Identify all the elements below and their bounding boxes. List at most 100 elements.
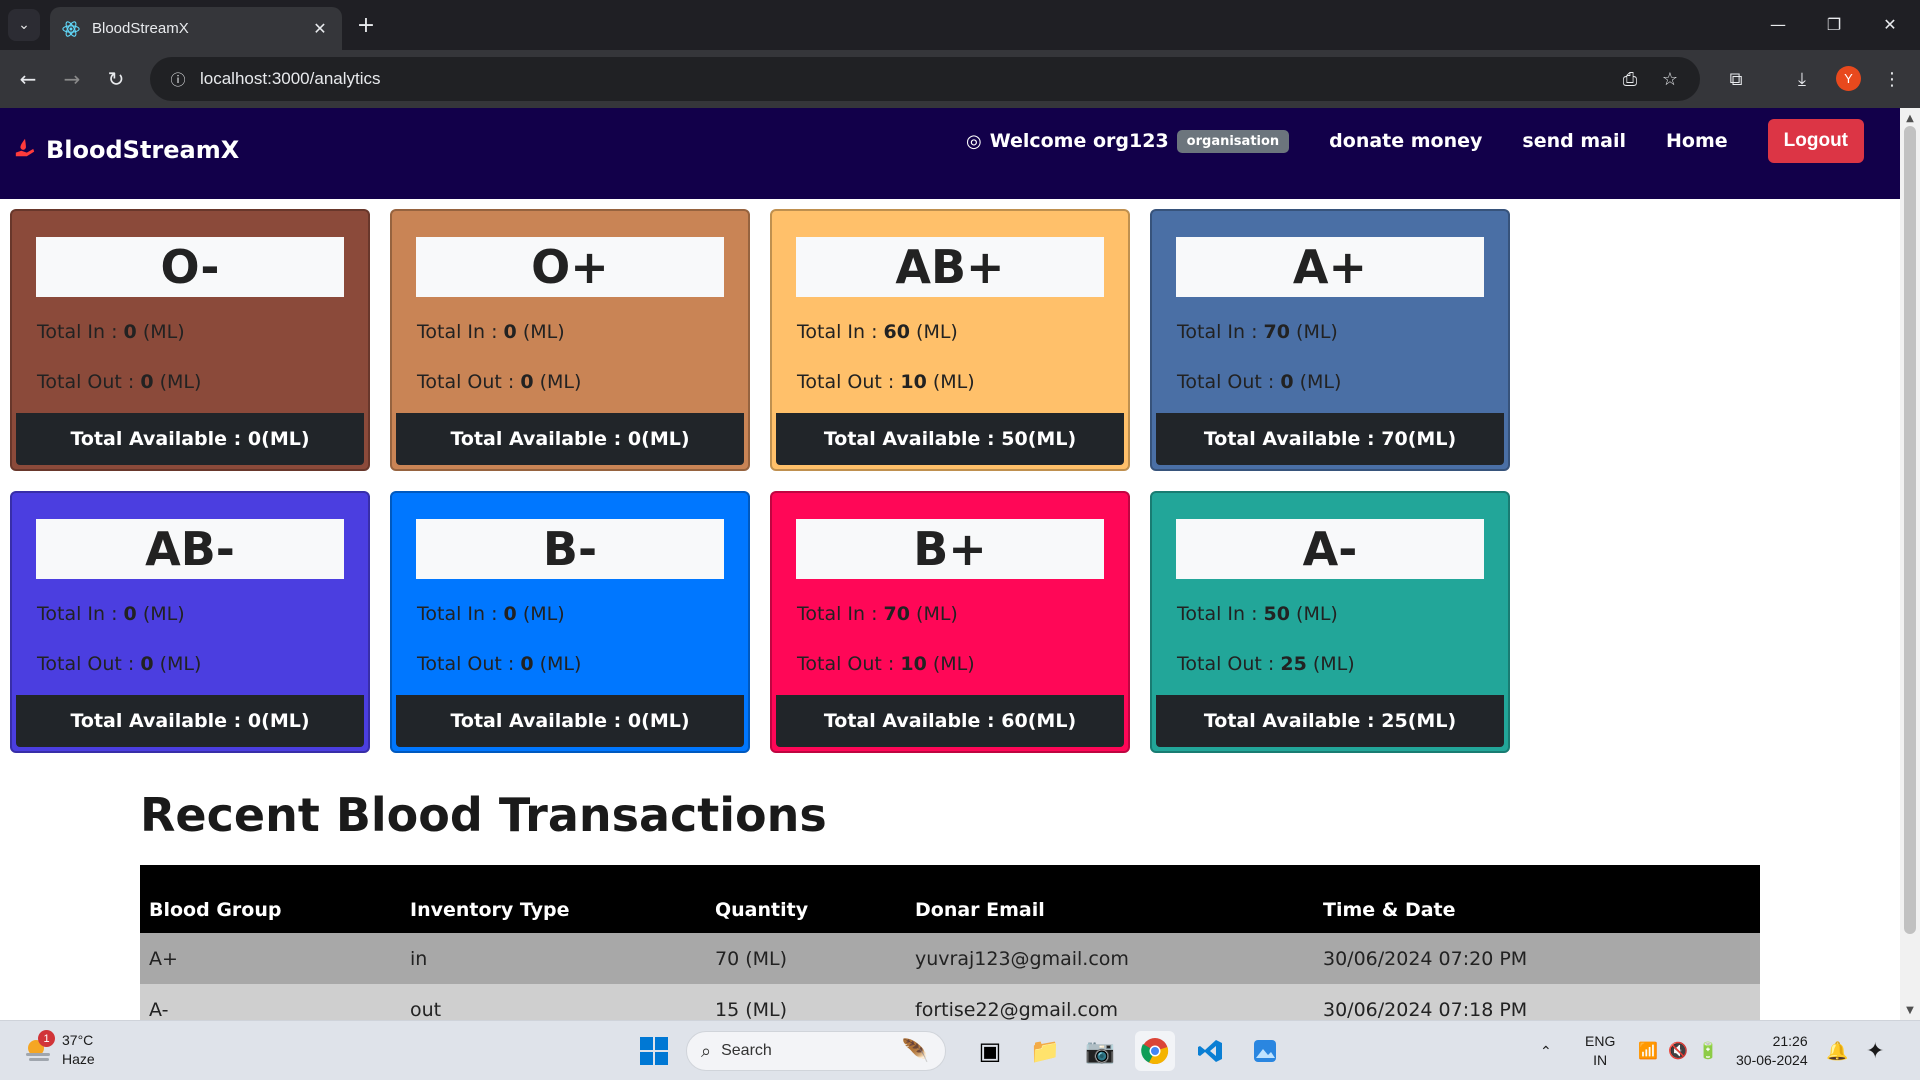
- blood-group-card: B+ Total In : 70 (ML) Total Out : 10 (ML) T…: [770, 491, 1130, 753]
- search-highlight-icon: 🪶: [901, 1038, 929, 1063]
- start-button[interactable]: [634, 1031, 674, 1071]
- back-button[interactable]: ←: [12, 63, 44, 95]
- reload-button[interactable]: ↻: [100, 63, 132, 95]
- nav-links: ◎ Welcome org123 organisation donate mon…: [966, 118, 1864, 164]
- close-tab-icon[interactable]: ✕: [310, 19, 330, 38]
- taskbar-search[interactable]: ⌕ Search 🪶: [686, 1031, 946, 1071]
- total-available: Total Available : 25 (ML): [1156, 695, 1504, 747]
- blood-donation-icon: [14, 137, 36, 164]
- nav-link-home[interactable]: Home: [1666, 130, 1728, 152]
- logout-button[interactable]: Logout: [1767, 119, 1864, 163]
- clock-time: 21:26: [1772, 1033, 1808, 1049]
- column-header: Inventory Type: [401, 865, 706, 933]
- scroll-down-icon[interactable]: ▼: [1900, 1002, 1920, 1018]
- total-in: Total In : 60 (ML): [797, 321, 958, 343]
- weather-notification-badge: 1: [38, 1030, 55, 1047]
- total-available: Total Available : 0 (ML): [16, 695, 364, 747]
- table-cell: A+: [140, 933, 401, 984]
- bookmark-star-icon[interactable]: ☆: [1652, 57, 1688, 101]
- total-in: Total In : 50 (ML): [1177, 603, 1338, 625]
- table-cell: in: [401, 933, 706, 984]
- volume-muted-icon[interactable]: 🔇: [1668, 1021, 1688, 1080]
- language-indicator[interactable]: ENG IN: [1585, 1021, 1615, 1080]
- battery-icon[interactable]: 🔋: [1698, 1021, 1718, 1080]
- camera-app-icon[interactable]: 📷: [1080, 1031, 1120, 1071]
- blood-group-card: B- Total In : 0 (ML) Total Out : 0 (ML) Tot…: [390, 491, 750, 753]
- minimize-icon: —: [1770, 14, 1786, 34]
- blood-group-title: A-: [1176, 519, 1484, 579]
- total-available: Total Available : 70 (ML): [1156, 413, 1504, 465]
- browser-toolbar: ← → ↻ ⓘ localhost:3000/analytics ⎙ ☆ ⧉ ⤓…: [0, 50, 1920, 108]
- blood-group-card: O+ Total In : 0 (ML) Total Out : 0 (ML) Tot…: [390, 209, 750, 471]
- tab-search-button[interactable]: ⌄: [8, 9, 40, 41]
- address-bar[interactable]: ⓘ localhost:3000/analytics ⎙ ☆: [150, 57, 1700, 101]
- chrome-taskbar-icon[interactable]: [1135, 1031, 1175, 1071]
- welcome-user: ◎ Welcome org123 organisation: [965, 129, 1290, 153]
- weather-text: 37°C Haze: [62, 1031, 95, 1069]
- blood-group-title: B+: [796, 519, 1104, 579]
- copilot-icon[interactable]: ✦: [1866, 1021, 1884, 1080]
- minimize-button[interactable]: —: [1758, 8, 1798, 40]
- forward-button[interactable]: →: [56, 63, 88, 95]
- scroll-thumb[interactable]: [1904, 126, 1916, 934]
- react-favicon-icon: [62, 20, 80, 38]
- nav-link-send-mail[interactable]: send mail: [1522, 130, 1626, 152]
- table-cell: 30/06/2024 07:20 PM: [1314, 933, 1760, 984]
- chevron-down-icon: ⌄: [18, 17, 30, 33]
- file-explorer-icon[interactable]: 📁: [1025, 1031, 1065, 1071]
- extensions-icon[interactable]: ⧉: [1720, 63, 1752, 95]
- region-code: IN: [1593, 1052, 1608, 1068]
- blood-group-card: A+ Total In : 70 (ML) Total Out : 0 (ML) To…: [1150, 209, 1510, 471]
- total-available: Total Available : 0 (ML): [16, 413, 364, 465]
- weather-desc: Haze: [62, 1051, 95, 1067]
- total-in: Total In : 0 (ML): [417, 603, 565, 625]
- total-out: Total Out : 0 (ML): [1177, 371, 1342, 393]
- column-header: Quantity: [706, 865, 906, 933]
- total-out: Total Out : 0 (ML): [37, 371, 202, 393]
- restore-button[interactable]: ❐: [1814, 8, 1854, 40]
- new-tab-button[interactable]: +: [352, 11, 380, 39]
- blood-group-title: B-: [416, 519, 724, 579]
- weather-widget[interactable]: 1 37°C Haze: [22, 1030, 95, 1069]
- profile-avatar[interactable]: Y: [1836, 66, 1861, 91]
- more-menu-icon[interactable]: ⋮: [1876, 63, 1908, 95]
- blood-group-title: A+: [1176, 237, 1484, 297]
- blood-group-card: A- Total In : 50 (ML) Total Out : 25 (ML) T…: [1150, 491, 1510, 753]
- table-cell: yuvraj123@gmail.com: [906, 933, 1314, 984]
- total-in: Total In : 70 (ML): [1177, 321, 1338, 343]
- photos-app-icon[interactable]: [1245, 1031, 1285, 1071]
- clock[interactable]: 21:26 30-06-2024: [1736, 1021, 1808, 1080]
- blood-group-card: O- Total In : 0 (ML) Total Out : 0 (ML) Tot…: [10, 209, 370, 471]
- app-navbar: BloodStreamX ◎ Welcome org123 organisati…: [0, 108, 1900, 199]
- user-circle-icon: ◎: [965, 130, 982, 152]
- blood-group-card: AB+ Total In : 60 (ML) Total Out : 10 (ML)…: [770, 209, 1130, 471]
- close-icon: ✕: [1883, 14, 1897, 34]
- total-available: Total Available : 50 (ML): [776, 413, 1124, 465]
- total-out: Total Out : 0 (ML): [417, 653, 582, 675]
- section-title: Recent Blood Transactions: [140, 788, 827, 842]
- scroll-up-icon[interactable]: ▲: [1900, 110, 1920, 126]
- task-view-icon[interactable]: ▣: [970, 1031, 1010, 1071]
- brand-name: BloodStreamX: [46, 136, 240, 164]
- notification-bell-icon[interactable]: 🔔: [1826, 1021, 1848, 1080]
- total-available: Total Available : 0 (ML): [396, 413, 744, 465]
- show-hidden-icons[interactable]: ⌃: [1540, 1021, 1552, 1080]
- url-text[interactable]: localhost:3000/analytics: [200, 69, 381, 89]
- wifi-icon[interactable]: 📶: [1638, 1021, 1658, 1080]
- download-icon[interactable]: ⤓: [1786, 63, 1818, 95]
- page-scrollbar[interactable]: ▲ ▼: [1900, 108, 1920, 1020]
- install-app-icon[interactable]: ⎙: [1612, 57, 1648, 101]
- blood-group-title: O+: [416, 237, 724, 297]
- brand[interactable]: BloodStreamX: [14, 136, 239, 164]
- site-info-icon[interactable]: ⓘ: [156, 57, 200, 101]
- nav-link-donate-money[interactable]: donate money: [1329, 130, 1482, 152]
- windows-taskbar: 1 37°C Haze ⌕ Search 🪶 ▣ 📁 📷 ⌃ ENG IN 📶 …: [0, 1020, 1920, 1080]
- role-badge: organisation: [1176, 129, 1290, 153]
- browser-tab[interactable]: BloodStreamX ✕: [50, 7, 342, 50]
- restore-icon: ❐: [1826, 14, 1842, 34]
- close-window-button[interactable]: ✕: [1870, 8, 1910, 40]
- vscode-icon[interactable]: [1190, 1031, 1230, 1071]
- reload-icon: ↻: [107, 67, 125, 91]
- plus-icon: +: [356, 12, 376, 38]
- table-header-row: Blood Group Inventory Type Quantity Dona…: [140, 865, 1760, 933]
